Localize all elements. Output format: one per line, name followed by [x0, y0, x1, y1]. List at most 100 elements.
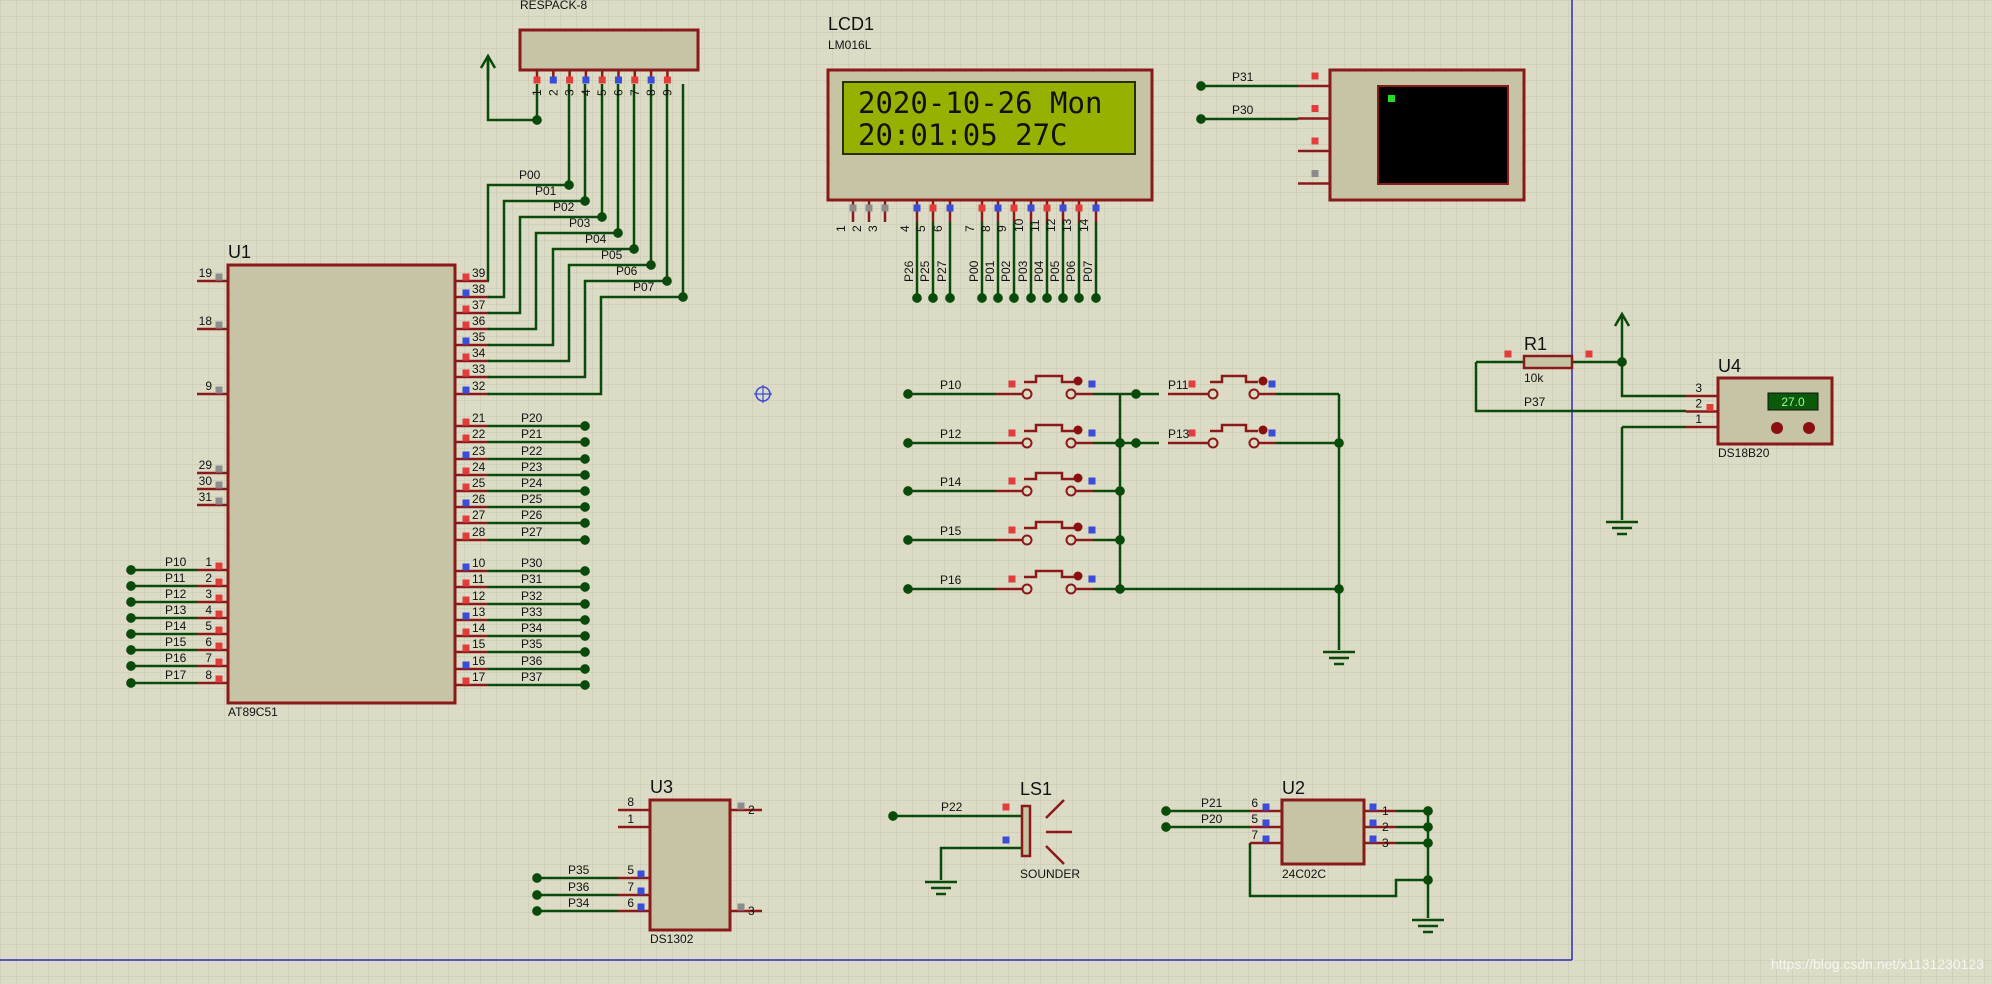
lcd1-pin-number: 4	[898, 225, 912, 232]
u1-pin-number: 12	[472, 589, 486, 603]
net-terminal-dot	[580, 631, 590, 641]
lcd1-line1: 2020-10-26 Mon	[858, 86, 1102, 120]
net-label: P17	[165, 668, 187, 682]
u1-pin-number: 11	[472, 572, 485, 586]
u1-pin-number: 32	[472, 379, 486, 393]
u1-pin-number: 37	[472, 298, 486, 312]
u1-pin-number: 27	[472, 508, 486, 522]
u4-pin-number: 2	[1695, 397, 1702, 411]
u3-body	[648, 798, 732, 932]
u1-pin-state	[462, 353, 470, 361]
net-terminal-dot	[903, 486, 913, 496]
lcd1-pin-number: 1	[834, 225, 848, 232]
net-label: P16	[940, 573, 962, 587]
u1-microcontroller[interactable]: U1 AT89C51	[226, 242, 457, 719]
terminal-pin-state	[1311, 72, 1319, 80]
u1-pin-state	[215, 386, 223, 394]
button-pin-state	[1268, 429, 1276, 437]
u1-pin-number: 6	[205, 635, 212, 649]
lcd1-pin-number: 14	[1077, 218, 1091, 232]
u1-pin-state	[462, 677, 470, 685]
net-terminal-dot	[580, 566, 590, 576]
lcd1-pin-state	[881, 204, 889, 212]
net-label: P26	[521, 508, 543, 522]
net-terminal-dot	[903, 584, 913, 594]
u1-pin-state	[462, 467, 470, 475]
button-pin-state	[1008, 526, 1016, 534]
u3-pin-number: 7	[627, 880, 634, 894]
u4-temp-up-button[interactable]	[1803, 422, 1815, 434]
lcd1-pin-state	[1010, 204, 1018, 212]
net-label: P31	[521, 572, 543, 586]
net-terminal-dot	[532, 906, 542, 916]
net-label: P10	[940, 378, 962, 392]
respack-pin-state	[549, 76, 557, 84]
net-terminal-dot	[580, 599, 590, 609]
net-label: P34	[568, 896, 590, 910]
u3-pin-number: 2	[748, 803, 755, 817]
u1-pin-number: 35	[472, 330, 486, 344]
net-label: P13	[165, 603, 187, 617]
u1-pin-number: 24	[472, 460, 486, 474]
lcd1-pin-number: 2	[850, 225, 864, 232]
net-terminal-dot	[580, 454, 590, 464]
net-terminal-dot	[580, 502, 590, 512]
net-terminal-dot	[888, 811, 898, 821]
u4-temp-down-button[interactable]	[1771, 422, 1783, 434]
respack-pin-state	[663, 76, 671, 84]
u3-pin-state	[737, 903, 745, 911]
button-press-dot	[1073, 571, 1083, 581]
watermark: https://blog.csdn.net/x1131230123	[1771, 956, 1984, 972]
net-terminal-dot	[580, 582, 590, 592]
virtual-terminal[interactable]	[1328, 68, 1526, 202]
lcd1-pin-state	[1092, 204, 1100, 212]
u1-pin-number: 17	[472, 670, 486, 684]
lcd1-part: LM016L	[828, 38, 872, 52]
terminal-cursor	[1388, 95, 1395, 102]
net-terminal-dot	[1161, 822, 1171, 832]
net-label: P22	[941, 800, 963, 814]
junction-dot	[1115, 438, 1125, 448]
u1-pin-state	[215, 658, 223, 666]
u1-pin-state	[462, 483, 470, 491]
net-label: P25	[918, 260, 932, 282]
u2-pin-number: 6	[1251, 796, 1258, 810]
u4-pin-number: 3	[1695, 381, 1702, 395]
net-label: P26	[902, 260, 916, 282]
lcd1-pin-number: 6	[931, 225, 945, 232]
net-label: P07	[633, 280, 655, 294]
u2-part: 24C02C	[1282, 867, 1326, 881]
lcd1-pin-number: 5	[914, 225, 928, 232]
u1-pin-state	[215, 675, 223, 683]
u2-body	[1280, 798, 1366, 866]
net-label: P27	[521, 525, 543, 539]
net-terminal-dot	[1074, 293, 1084, 303]
net-terminal-dot	[580, 421, 590, 431]
net-terminal-dot	[126, 613, 136, 623]
net-label: P04	[585, 232, 607, 246]
junction-dot	[564, 180, 574, 190]
respack-pin-state	[598, 76, 606, 84]
respack-pin-state	[615, 76, 622, 84]
u3-pin-state	[637, 903, 645, 911]
net-label: P12	[165, 587, 187, 601]
u4-pin-number: 1	[1695, 412, 1702, 426]
net-label: P27	[935, 260, 949, 282]
net-label: P21	[1201, 796, 1223, 810]
ls1-body	[1020, 804, 1032, 858]
button-press-dot	[1073, 473, 1083, 483]
u2-pin-number: 1	[1382, 804, 1389, 818]
net-label: P30	[521, 556, 543, 570]
respack-pin-state	[566, 76, 574, 84]
u3-rtc[interactable]: U3 DS1302	[648, 777, 732, 946]
net-label: P30	[1232, 103, 1254, 117]
u1-pin-state	[462, 563, 470, 571]
net-label: P21	[521, 427, 543, 441]
button-press-dot	[1073, 425, 1083, 435]
respack-body	[518, 28, 700, 72]
button-pin-state	[1008, 429, 1016, 437]
u1-pin-number: 23	[472, 444, 486, 458]
lcd1-pin-state	[1043, 204, 1051, 212]
u1-pin-state	[462, 369, 470, 377]
button-press-dot	[1258, 376, 1268, 386]
